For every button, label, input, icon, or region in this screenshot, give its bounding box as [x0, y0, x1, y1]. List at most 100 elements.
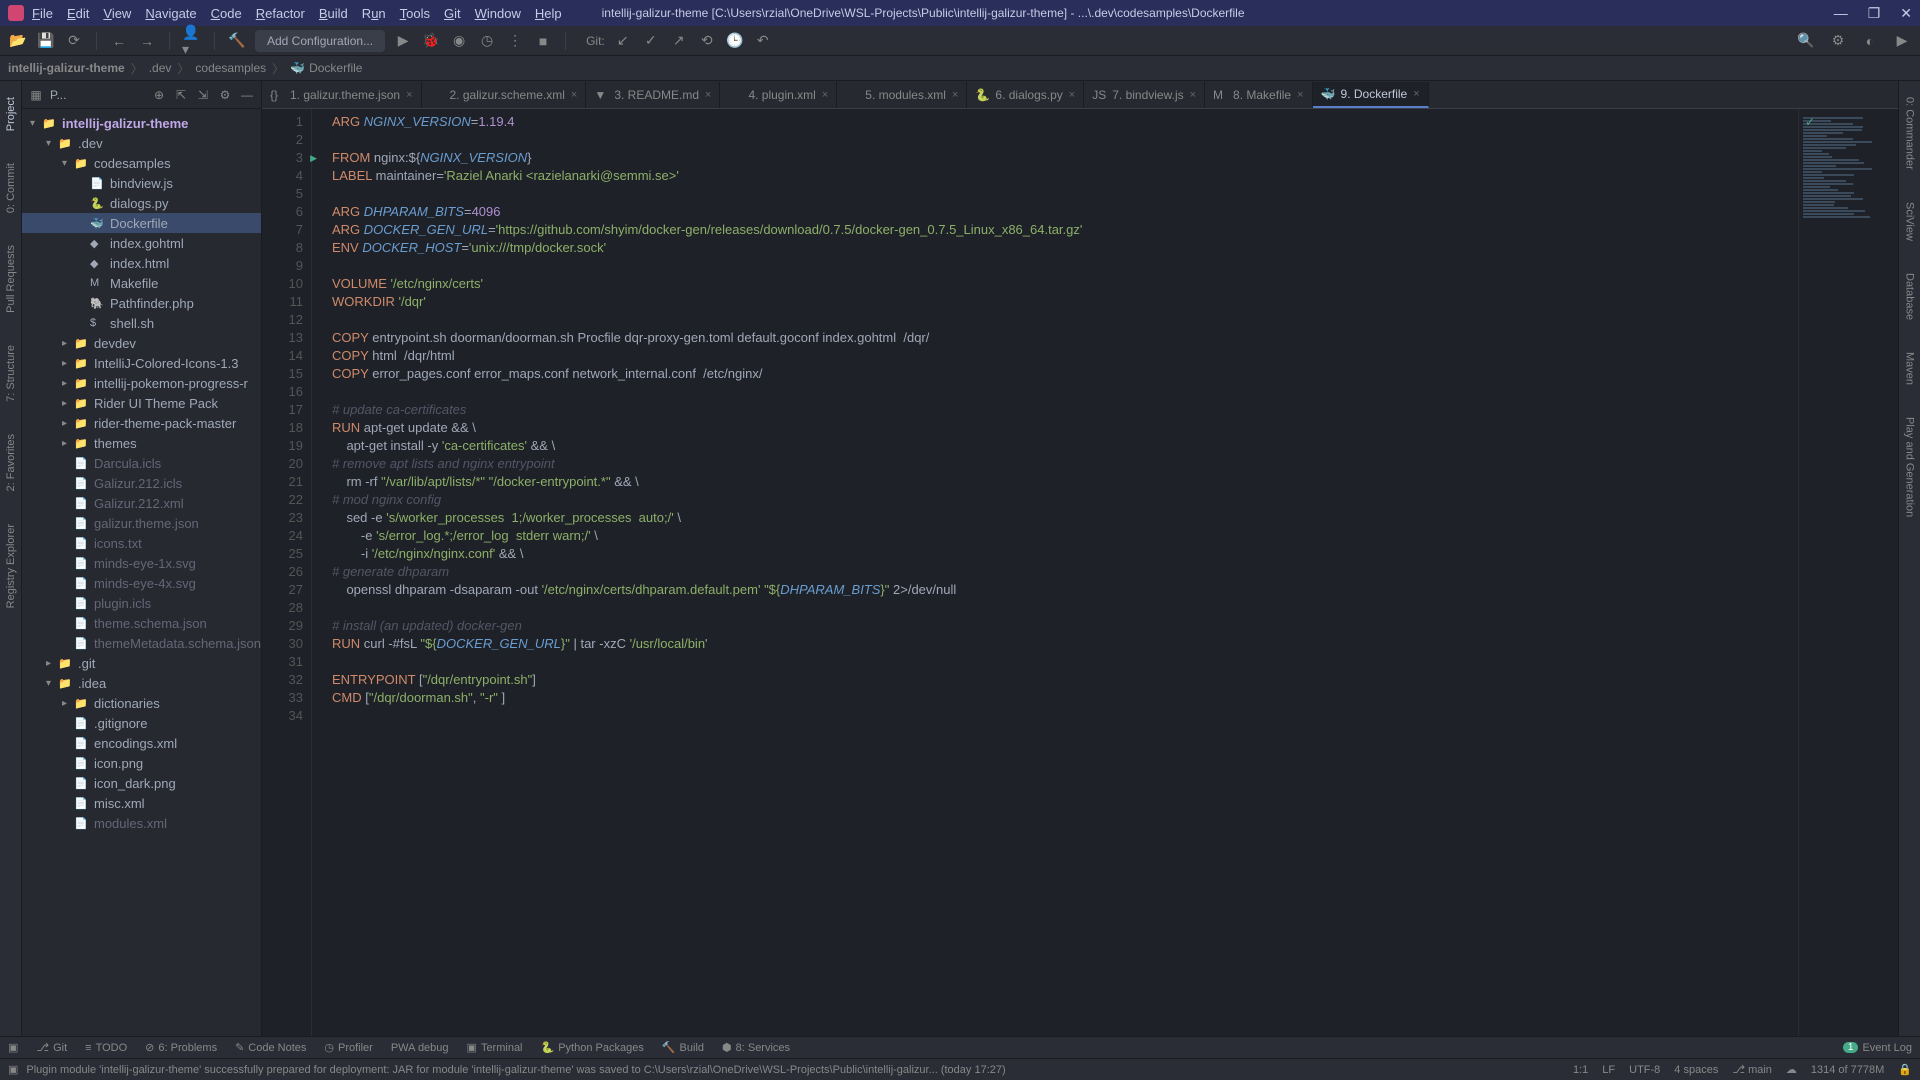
tree-item[interactable]: 📄.gitignore — [22, 713, 261, 733]
expand-all-icon[interactable]: ⇱ — [173, 87, 189, 103]
tool-problems[interactable]: ⊘ 6: Problems — [145, 1041, 217, 1054]
right-tab-play[interactable]: Play and Generation — [1902, 409, 1918, 525]
tree-item[interactable]: 📄themeMetadata.schema.json — [22, 633, 261, 653]
open-icon[interactable]: 📂 — [8, 31, 28, 51]
tree-item[interactable]: 🐳Dockerfile — [22, 213, 261, 233]
tree-item[interactable]: ▸📁dictionaries — [22, 693, 261, 713]
menu-code[interactable]: Code — [211, 6, 242, 21]
right-tab-sciview[interactable]: SciView — [1902, 194, 1918, 249]
tool-services[interactable]: ⬢ 8: Services — [722, 1041, 790, 1054]
menu-file[interactable]: File — [32, 6, 53, 21]
tool-pwa-debug[interactable]: PWA debug — [391, 1042, 449, 1054]
sync-icon[interactable]: ⟳ — [64, 31, 84, 51]
editor-tab[interactable]: 5. modules.xml× — [837, 82, 967, 108]
tree-item[interactable]: ▾📁codesamples — [22, 153, 261, 173]
code-editor[interactable]: ARG NGINX_VERSION=1.19.4 FROM nginx:${NG… — [312, 109, 1798, 1036]
tab-close-icon[interactable]: × — [705, 89, 711, 101]
tree-item[interactable]: 🐍dialogs.py — [22, 193, 261, 213]
right-tab-commander[interactable]: 0: Commander — [1902, 89, 1918, 178]
tree-item[interactable]: 📄icon_dark.png — [22, 773, 261, 793]
hide-panel-icon[interactable]: — — [239, 87, 255, 103]
left-tab-structure[interactable]: 7: Structure — [3, 337, 19, 410]
editor-tab[interactable]: {}1. galizur.theme.json× — [262, 82, 422, 108]
tab-close-icon[interactable]: × — [1413, 88, 1419, 100]
tree-item[interactable]: ▸📁rider-theme-pack-master — [22, 413, 261, 433]
search-icon[interactable]: 🔍 — [1796, 31, 1816, 51]
crumb-codesamples[interactable]: codesamples — [195, 61, 266, 75]
editor-tab[interactable]: M8. Makefile× — [1205, 82, 1312, 108]
editor-tab[interactable]: 🐍6. dialogs.py× — [967, 82, 1084, 108]
project-tree[interactable]: ▾📁intellij-galizur-theme▾📁.dev▾📁codesamp… — [22, 109, 261, 1036]
settings-cog-icon[interactable]: ⚙ — [217, 87, 233, 103]
profile-icon[interactable]: ◷ — [477, 31, 497, 51]
editor-tab[interactable]: JS7. bindview.js× — [1084, 82, 1205, 108]
avatar-icon[interactable]: ◐ — [1860, 31, 1880, 51]
editor-tab[interactable]: 🐳9. Dockerfile× — [1313, 82, 1429, 108]
tree-item[interactable]: 📄icons.txt — [22, 533, 261, 553]
status-encoding[interactable]: UTF-8 — [1629, 1064, 1660, 1076]
status-branch[interactable]: ⎇ main — [1732, 1063, 1772, 1076]
tab-close-icon[interactable]: × — [1190, 89, 1196, 101]
right-tab-maven[interactable]: Maven — [1902, 344, 1918, 393]
tree-item[interactable]: ▸📁Rider UI Theme Pack — [22, 393, 261, 413]
left-tab-favorites[interactable]: 2: Favorites — [3, 426, 19, 499]
forward-icon[interactable]: → — [137, 31, 157, 51]
tree-item[interactable]: 📄bindview.js — [22, 173, 261, 193]
git-commit-icon[interactable]: ✓ — [641, 31, 661, 51]
tree-item[interactable]: ▾📁.dev — [22, 133, 261, 153]
menu-refactor[interactable]: Refactor — [256, 6, 305, 21]
git-rollback-icon[interactable]: ↶ — [753, 31, 773, 51]
run-icon[interactable]: ▶ — [393, 31, 413, 51]
tool-windows-icon[interactable]: ▣ — [8, 1041, 18, 1054]
tree-item[interactable]: 📄plugin.icls — [22, 593, 261, 613]
right-tab-database[interactable]: Database — [1902, 265, 1918, 328]
tool-code-notes[interactable]: ✎ Code Notes — [235, 1041, 306, 1054]
menu-run[interactable]: Run — [362, 6, 386, 21]
project-view-icon[interactable]: ▦ — [28, 87, 44, 103]
status-memory[interactable]: 1314 of 7778M — [1811, 1064, 1884, 1076]
maximize-button[interactable]: ❐ — [1868, 5, 1881, 22]
stop-icon[interactable]: ■ — [533, 31, 553, 51]
menu-help[interactable]: Help — [535, 6, 562, 21]
tree-item[interactable]: 📄modules.xml — [22, 813, 261, 833]
editor-tab[interactable]: 4. plugin.xml× — [720, 82, 837, 108]
tab-close-icon[interactable]: × — [952, 89, 958, 101]
debug-icon[interactable]: 🐞 — [421, 31, 441, 51]
tree-item[interactable]: 📄theme.schema.json — [22, 613, 261, 633]
tool-git[interactable]: ⎇ Git — [36, 1041, 67, 1054]
tree-item[interactable]: 📄minds-eye-1x.svg — [22, 553, 261, 573]
menu-git[interactable]: Git — [444, 6, 461, 21]
tool-terminal[interactable]: ▣ Terminal — [467, 1041, 523, 1054]
tree-item[interactable]: 📄misc.xml — [22, 793, 261, 813]
git-update-icon[interactable]: ↙ — [613, 31, 633, 51]
editor-tab[interactable]: ▼3. README.md× — [586, 82, 720, 108]
left-tab-registry[interactable]: Registry Explorer — [3, 516, 19, 616]
tree-item[interactable]: 📄galizur.theme.json — [22, 513, 261, 533]
line-gutter[interactable]: 1234567891011121314151617181920212223242… — [262, 109, 312, 1036]
crumb-file[interactable]: 🐳 Dockerfile — [290, 61, 362, 75]
tool-build[interactable]: 🔨 Build — [662, 1041, 704, 1054]
tree-item[interactable]: MMakefile — [22, 273, 261, 293]
jb-icon[interactable]: ▶ — [1892, 31, 1912, 51]
menu-view[interactable]: View — [103, 6, 131, 21]
tool-profiler[interactable]: ◷ Profiler — [324, 1041, 372, 1054]
select-opened-icon[interactable]: ⊕ — [151, 87, 167, 103]
tree-item[interactable]: ▸📁intellij-pokemon-progress-r — [22, 373, 261, 393]
tree-item[interactable]: ◆index.html — [22, 253, 261, 273]
tree-item[interactable]: 📄minds-eye-4x.svg — [22, 573, 261, 593]
settings-icon[interactable]: ⚙ — [1828, 31, 1848, 51]
menu-window[interactable]: Window — [475, 6, 521, 21]
tree-item[interactable]: 📄encodings.xml — [22, 733, 261, 753]
git-history-icon[interactable]: ⟲ — [697, 31, 717, 51]
menu-navigate[interactable]: Navigate — [145, 6, 196, 21]
tree-item[interactable]: ▸📁.git — [22, 653, 261, 673]
tree-item[interactable]: 📄icon.png — [22, 753, 261, 773]
tool-python-packages[interactable]: 🐍 Python Packages — [541, 1041, 644, 1054]
tab-close-icon[interactable]: × — [1069, 89, 1075, 101]
status-lock-icon[interactable]: 🔒 — [1898, 1063, 1912, 1076]
close-button[interactable]: ✕ — [1900, 5, 1912, 22]
minimize-button[interactable]: — — [1834, 5, 1848, 22]
status-line-ending[interactable]: LF — [1602, 1064, 1615, 1076]
run-config-button[interactable]: Add Configuration... — [255, 30, 385, 52]
left-tab-project[interactable]: Project — [3, 89, 19, 139]
